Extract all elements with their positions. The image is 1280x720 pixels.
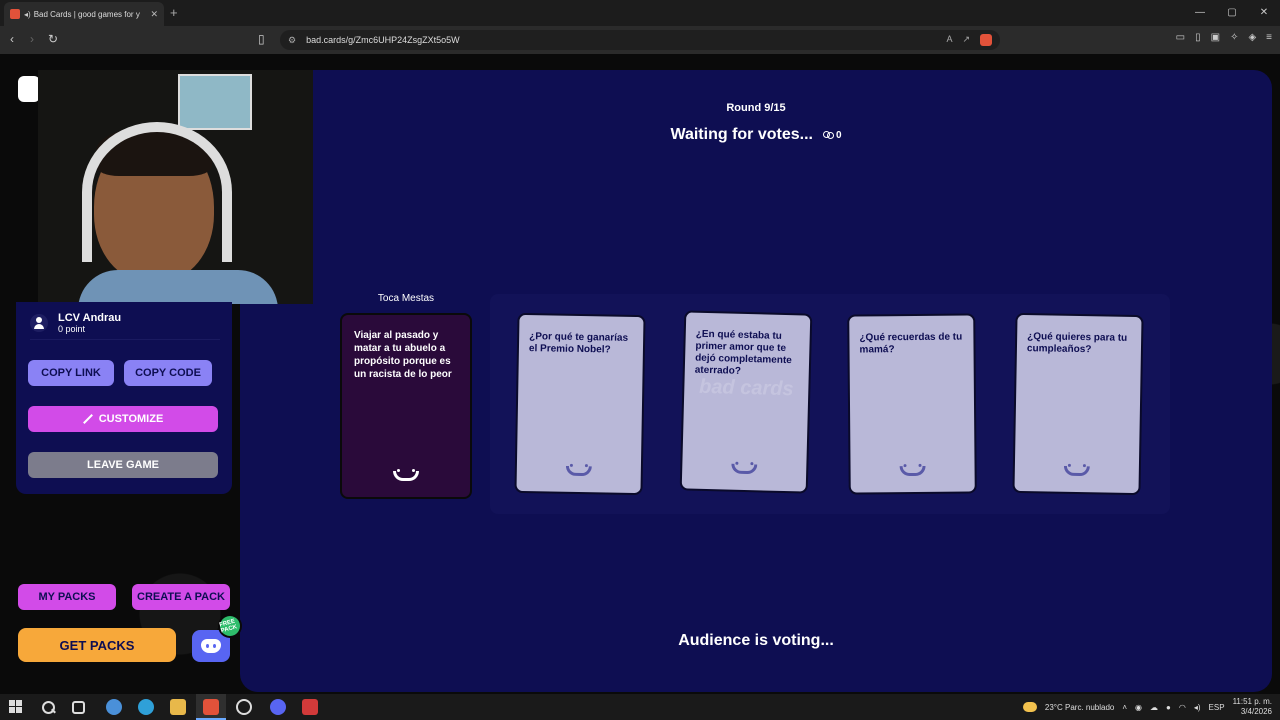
browser-tab[interactable]: ◂) Bad Cards | good games for y ✕ <box>4 2 164 26</box>
vote-count-value: 0 <box>835 129 842 141</box>
game-panel: Round 9/15 Waiting for votes... 0 Toca M… <box>240 70 1272 692</box>
wifi-icon[interactable]: ◠ <box>1179 703 1186 712</box>
minimize-button[interactable]: — <box>1184 0 1216 26</box>
bookmark-icon[interactable]: ▯ <box>258 32 265 46</box>
vote-counter: 0 <box>822 129 842 141</box>
speaker-icon[interactable]: ◂) <box>24 10 31 19</box>
smile-icon <box>1062 464 1092 479</box>
back-icon[interactable]: ‹ <box>10 32 14 46</box>
clock[interactable]: 11:51 p. m. 3/4/2026 <box>1233 697 1272 716</box>
black-card-text: Viajar al pasado y matar a tu abuelo a p… <box>354 330 452 380</box>
white-card-text: ¿En qué estaba tu primer amor que te dej… <box>694 328 792 377</box>
white-card[interactable]: ¿En qué estaba tu primer amor que te dej… <box>679 310 813 494</box>
people-icon <box>822 131 834 139</box>
chatgpt-icon[interactable] <box>236 699 252 715</box>
bad-cards-logo[interactable] <box>18 76 40 102</box>
cloud-icon[interactable]: ☁ <box>1150 703 1158 712</box>
language-indicator[interactable]: ESP <box>1209 703 1225 712</box>
reload-icon[interactable]: ↻ <box>48 32 58 46</box>
microphone-icon[interactable]: ● <box>1166 703 1171 712</box>
page-content: Round 9/15 Waiting for votes... 0 Toca M… <box>0 54 1280 694</box>
new-tab-button[interactable]: + <box>170 5 178 20</box>
discord-taskbar-icon[interactable] <box>270 699 286 715</box>
white-card[interactable]: ¿Por qué te ganarías el Premio Nobel? <box>514 312 646 496</box>
browser-toolbar: ‹ › ↻ ▯ ⚙ bad.cards/g/Zmc6UHP24ZsgZXt5o5… <box>0 26 1280 54</box>
pencil-icon <box>83 414 93 424</box>
chevron-up-icon[interactable]: ˄ <box>1122 703 1127 712</box>
person-shirt <box>78 270 278 304</box>
waiting-status: Waiting for votes... <box>670 126 813 143</box>
brave-icon[interactable] <box>203 699 219 715</box>
forward-icon[interactable]: › <box>30 32 34 46</box>
site-favicon-icon <box>10 9 20 19</box>
webcam-overlay <box>38 70 313 304</box>
url-text: bad.cards/g/Zmc6UHP24ZsgZXt5o5W <box>306 35 460 45</box>
windows-start-icon[interactable] <box>8 699 24 715</box>
leo-icon[interactable]: ✧ <box>1230 32 1238 43</box>
copy-link-button[interactable]: COPY LINK <box>28 360 114 386</box>
white-card[interactable]: ¿Qué quieres para tu cumpleaños? <box>1012 312 1144 496</box>
volume-icon[interactable]: ◂) <box>1194 703 1201 712</box>
white-card-text: ¿Qué quieres para tu cumpleaños? <box>1026 331 1128 356</box>
brave-shield-icon[interactable] <box>980 34 992 46</box>
create-pack-button[interactable]: CREATE A PACK <box>132 584 230 610</box>
bad-cards-watermark: bad cards <box>698 375 794 401</box>
browser-tab-bar: ◂) Bad Cards | good games for y ✕ + — ▢ … <box>0 0 1280 26</box>
discord-icon <box>201 639 221 653</box>
white-card-text: ¿Qué recuerdas de tu mamá? <box>859 331 963 356</box>
user-icon <box>30 313 48 332</box>
clock-date: 3/4/2026 <box>1240 707 1272 716</box>
wallet-icon[interactable]: ▣ <box>1211 32 1220 43</box>
customize-button[interactable]: CUSTOMIZE <box>28 406 218 432</box>
weather-icon[interactable] <box>1022 702 1037 712</box>
tab-search-icon[interactable]: ▭ <box>1176 32 1185 43</box>
file-explorer-icon[interactable] <box>170 699 186 715</box>
player-sidebar: LCV Andrau 0 point COPY LINK COPY CODE C… <box>16 302 232 494</box>
player-points: 0 point <box>58 323 86 334</box>
app-icon[interactable] <box>302 699 318 715</box>
copilot-icon[interactable] <box>106 699 122 715</box>
system-tray: 23°C Parc. nublado ˄ ◉ ☁ ● ◠ ◂) ESP 11:5… <box>1022 694 1272 720</box>
window-controls: — ▢ ✕ <box>1184 0 1280 26</box>
share-icon[interactable]: ↗ <box>962 34 970 46</box>
player-row: LCV Andrau 0 point <box>30 306 220 340</box>
black-card: Viajar al pasado y matar a tu abuelo a p… <box>340 313 472 499</box>
close-window-button[interactable]: ✕ <box>1248 0 1280 26</box>
toolbar-actions: ▭ ▯ ▣ ✧ ◈ ≡ <box>1176 32 1272 43</box>
white-card-text: ¿Por qué te ganarías el Premio Nobel? <box>528 331 629 356</box>
task-view-icon[interactable] <box>72 701 85 714</box>
clock-time: 11:51 p. m. <box>1232 697 1272 707</box>
smile-icon <box>564 464 594 479</box>
audience-status: Audience is voting... <box>678 632 834 649</box>
edge-icon[interactable] <box>138 699 154 715</box>
smile-icon <box>729 462 759 477</box>
tray-icon[interactable]: ◉ <box>1135 703 1142 712</box>
prompt-player-name: Toca Mestas <box>377 293 435 304</box>
leave-game-button[interactable]: LEAVE GAME <box>28 452 218 478</box>
site-info-icon[interactable]: ⚙ <box>288 35 296 46</box>
close-tab-icon[interactable]: ✕ <box>150 9 158 20</box>
background-poster <box>178 74 252 130</box>
player-name: LCV Andrau <box>58 311 122 324</box>
sidebar-icon[interactable]: ▯ <box>1195 32 1201 43</box>
maximize-button[interactable]: ▢ <box>1216 0 1248 26</box>
white-card[interactable]: ¿Qué recuerdas de tu mamá? <box>847 313 977 495</box>
search-icon[interactable] <box>40 699 56 715</box>
my-packs-button[interactable]: MY PACKS <box>18 584 116 610</box>
translate-icon[interactable]: A <box>946 34 952 46</box>
get-packs-button[interactable]: GET PACKS <box>18 628 176 662</box>
address-bar[interactable]: ⚙ bad.cards/g/Zmc6UHP24ZsgZXt5o5W A ↗ <box>280 30 1000 50</box>
customize-label: CUSTOMIZE <box>98 413 164 425</box>
status-row: Waiting for votes... 0 <box>240 126 1272 144</box>
smile-icon <box>391 469 421 483</box>
vpn-icon[interactable]: ◈ <box>1248 32 1256 43</box>
smile-icon <box>898 464 928 478</box>
tab-title: Bad Cards | good games for y <box>33 9 140 19</box>
round-label: Round 9/15 <box>726 102 786 114</box>
headphones <box>82 122 232 262</box>
windows-taskbar: 23°C Parc. nublado ˄ ◉ ☁ ● ◠ ◂) ESP 11:5… <box>0 694 1280 720</box>
menu-icon[interactable]: ≡ <box>1266 32 1272 43</box>
copy-code-button[interactable]: COPY CODE <box>124 360 212 386</box>
weather-text[interactable]: 23°C Parc. nublado <box>1045 703 1114 712</box>
